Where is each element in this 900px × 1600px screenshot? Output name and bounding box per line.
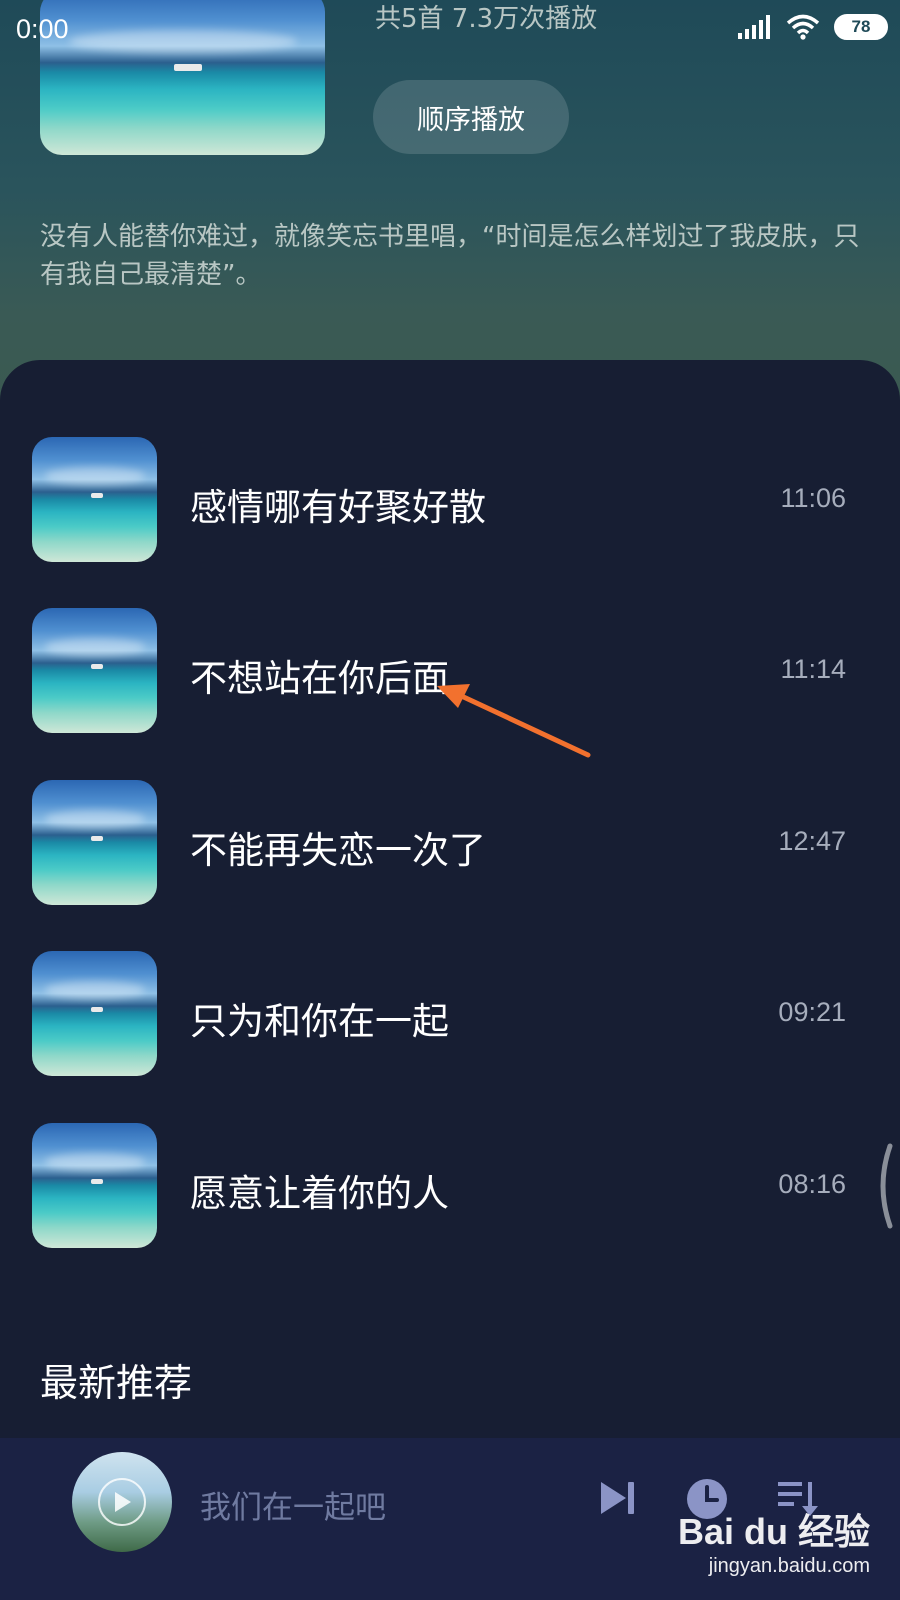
playlist-stats: 共5首 7.3万次播放 bbox=[375, 4, 598, 34]
baidu-watermark: Bai du 经验 jingyan.baidu.com bbox=[678, 1503, 870, 1578]
song-row[interactable]: 不能再失恋一次了 12:47 bbox=[0, 780, 900, 910]
song-duration: 11:06 bbox=[780, 483, 846, 513]
next-track-icon[interactable] bbox=[598, 1478, 638, 1518]
wifi-icon bbox=[786, 14, 820, 40]
song-cover bbox=[32, 1123, 157, 1248]
song-duration: 11:14 bbox=[780, 654, 846, 684]
song-duration: 12:47 bbox=[778, 826, 846, 856]
song-list-panel: 感情哪有好聚好散 11:06 不想站在你后面 11:14 不能再失恋一次了 12… bbox=[0, 360, 900, 1460]
song-row[interactable]: 愿意让着你的人 08:16 bbox=[0, 1123, 900, 1253]
status-bar-icons: 78 bbox=[738, 14, 888, 40]
song-title: 不能再失恋一次了 bbox=[190, 829, 486, 872]
side-drawer-handle[interactable] bbox=[874, 1143, 894, 1229]
song-cover bbox=[32, 608, 157, 733]
signal-icon bbox=[738, 15, 770, 39]
song-title: 只为和你在一起 bbox=[190, 1000, 449, 1043]
section-title: 最新推荐 bbox=[40, 1361, 193, 1405]
player-track-title[interactable]: 我们在一起吧 bbox=[200, 1482, 386, 1527]
status-time: 0:00 bbox=[16, 14, 69, 44]
mini-player[interactable]: 我们在一起吧 Bai du 经验 jingyan.baidu.com bbox=[0, 1438, 900, 1600]
order-play-button[interactable]: 顺序播放 bbox=[373, 80, 569, 154]
song-cover bbox=[32, 951, 157, 1076]
song-row[interactable]: 不想站在你后面 11:14 bbox=[0, 608, 900, 738]
song-row[interactable]: 只为和你在一起 09:21 bbox=[0, 951, 900, 1081]
player-cover[interactable] bbox=[72, 1452, 172, 1552]
song-cover bbox=[32, 780, 157, 905]
song-cover bbox=[32, 437, 157, 562]
song-duration: 08:16 bbox=[778, 1169, 846, 1199]
playlist-cover bbox=[40, 0, 325, 155]
song-title: 不想站在你后面 bbox=[190, 657, 449, 700]
playlist-description: 没有人能替你难过，就像笑忘书里唱，“时间是怎么样划过了我皮肤，只有我自己最清楚”… bbox=[40, 222, 860, 290]
song-row[interactable]: 感情哪有好聚好散 11:06 bbox=[0, 437, 900, 567]
play-icon[interactable] bbox=[98, 1478, 146, 1526]
watermark-logo: Bai du 经验 bbox=[677, 1511, 870, 1552]
song-duration: 09:21 bbox=[778, 997, 846, 1027]
song-title: 感情哪有好聚好散 bbox=[190, 486, 486, 529]
battery-icon: 78 bbox=[834, 14, 888, 40]
song-title: 愿意让着你的人 bbox=[190, 1172, 449, 1215]
watermark-url: jingyan.baidu.com bbox=[708, 1555, 870, 1577]
